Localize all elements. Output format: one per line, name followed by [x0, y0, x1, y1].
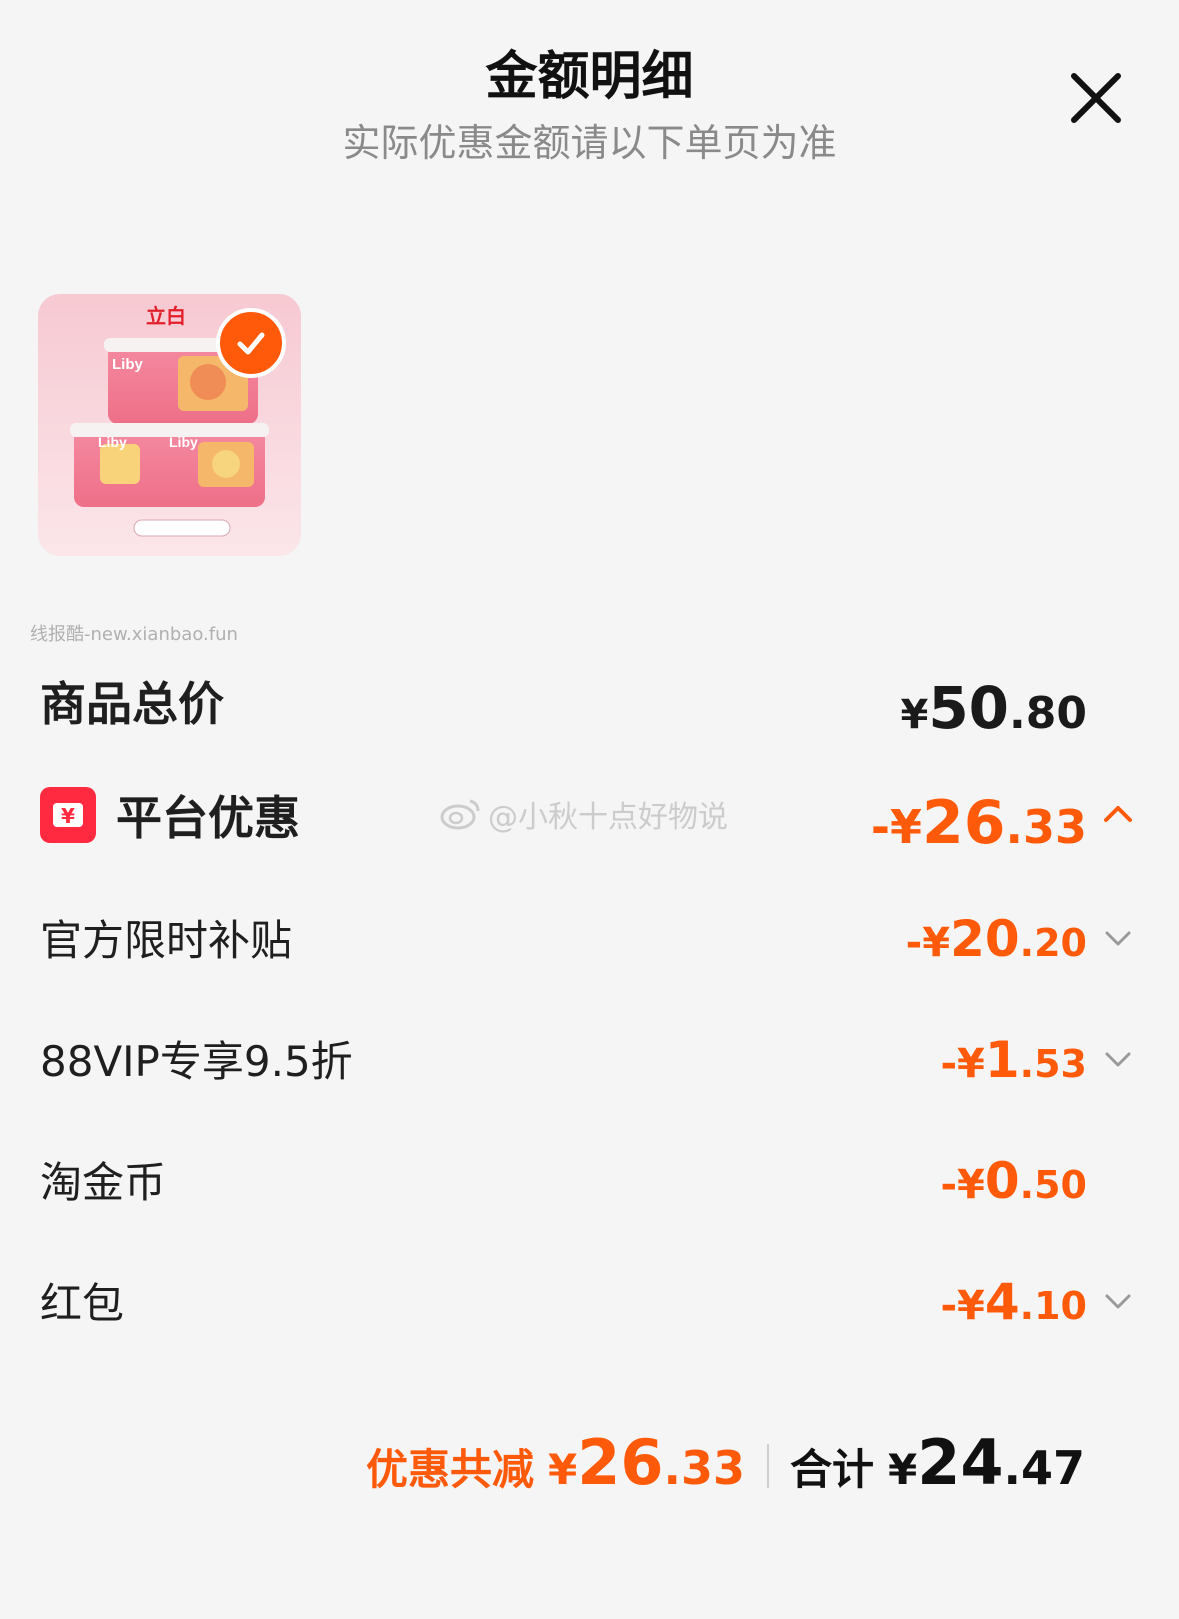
amount-int: 26: [922, 788, 1006, 858]
amount-prefix: -¥: [940, 1283, 985, 1329]
amount-int: 1: [984, 1031, 1020, 1089]
official-subsidy-label: 官方限时补贴: [40, 915, 293, 965]
taojinbi-amount: -¥ 0 .50: [940, 1134, 1087, 1224]
weibo-watermark: @小秋十点好物说: [440, 792, 728, 836]
vip-discount-label: 88VIP专享9.5折: [40, 1036, 353, 1086]
red-packet-label: 红包: [40, 1278, 125, 1328]
amount-dec: .33: [1005, 800, 1088, 854]
row-88vip-discount[interactable]: 88VIP专享9.5折 -¥ 1 .53: [0, 1013, 1179, 1103]
weibo-icon: [440, 799, 480, 830]
header: 金额明细 实际优惠金额请以下单页为准: [0, 0, 1179, 200]
amount-dec: .20: [1019, 921, 1087, 965]
grand-total-int: 24: [917, 1426, 1004, 1499]
red-packet-amount: -¥ 4 .10: [940, 1255, 1087, 1345]
amount-int: 4: [984, 1273, 1020, 1331]
amount-prefix: -¥: [905, 920, 951, 966]
page-subtitle: 实际优惠金额请以下单页为准: [342, 121, 837, 165]
grand-total-dec: .47: [1003, 1441, 1086, 1495]
logo-label-right: Liby: [169, 434, 198, 450]
selected-check-icon[interactable]: [216, 308, 286, 378]
chevron-down-icon[interactable]: [1102, 922, 1134, 954]
amount-prefix: -¥: [870, 800, 922, 854]
amount-int: 50: [928, 674, 1010, 742]
row-total-price: 商品总价 ¥ 50 .80: [0, 656, 1179, 746]
chevron-up-icon[interactable]: [1102, 798, 1134, 830]
summary-divider: [767, 1444, 769, 1488]
platform-coupon-icon: ¥: [40, 787, 96, 843]
amount-int: 0: [984, 1152, 1020, 1210]
amount-dec: .50: [1019, 1163, 1087, 1207]
row-taojinbi: 淘金币 -¥ 0 .50: [0, 1134, 1179, 1224]
total-discount-int: 26: [577, 1426, 664, 1499]
vip-discount-amount: -¥ 1 .53: [940, 1013, 1087, 1103]
amount-dec: .80: [1009, 688, 1087, 739]
total-price-amount: ¥ 50 .80: [900, 656, 1087, 746]
total-discount-label: 优惠共减: [366, 1445, 535, 1494]
amount-prefix: -¥: [940, 1162, 985, 1208]
platform-discount-label: 平台优惠: [116, 791, 300, 845]
total-discount-dec: .33: [663, 1441, 746, 1495]
amount-prefix: -¥: [940, 1041, 985, 1087]
row-official-subsidy[interactable]: 官方限时补贴 -¥ 20 .20: [0, 892, 1179, 982]
grand-total-prefix: ¥: [888, 1445, 918, 1494]
close-icon[interactable]: [1064, 66, 1128, 130]
grand-total-label: 合计: [790, 1445, 875, 1494]
platform-discount-label-wrap: ¥ 平台优惠: [40, 770, 300, 860]
amount-dec: .10: [1019, 1284, 1087, 1328]
amount-prefix: ¥: [900, 692, 929, 738]
page-title: 金额明细: [485, 47, 694, 107]
platform-discount-amount: -¥ 26 .33: [871, 770, 1087, 860]
summary-bar: 优惠共减 ¥ 26 .33 合计 ¥ 24 .47: [0, 1410, 1179, 1510]
total-price-label: 商品总价: [40, 677, 224, 731]
site-watermark: 线报酷-new.xianbao.fun: [30, 624, 238, 645]
chevron-down-icon[interactable]: [1102, 1043, 1134, 1075]
row-red-packet[interactable]: 红包 -¥ 4 .10: [0, 1255, 1179, 1345]
amount-int: 20: [950, 910, 1020, 968]
brand-label: 立白: [146, 304, 186, 328]
grand-total: 合计 ¥ 24 .47: [790, 1410, 1085, 1510]
total-discount-prefix: ¥: [548, 1445, 578, 1494]
official-subsidy-amount: -¥ 20 .20: [906, 892, 1087, 982]
weibo-watermark-text: @小秋十点好物说: [488, 800, 728, 835]
platform-icon-symbol: ¥: [61, 804, 75, 828]
chevron-down-icon[interactable]: [1102, 1285, 1134, 1317]
logo-label-left: Liby: [98, 434, 127, 450]
taojinbi-label: 淘金币: [40, 1157, 167, 1207]
amount-dec: .53: [1019, 1042, 1087, 1086]
total-discount: 优惠共减 ¥ 26 .33: [366, 1410, 745, 1510]
logo-label-top: Liby: [112, 356, 143, 373]
